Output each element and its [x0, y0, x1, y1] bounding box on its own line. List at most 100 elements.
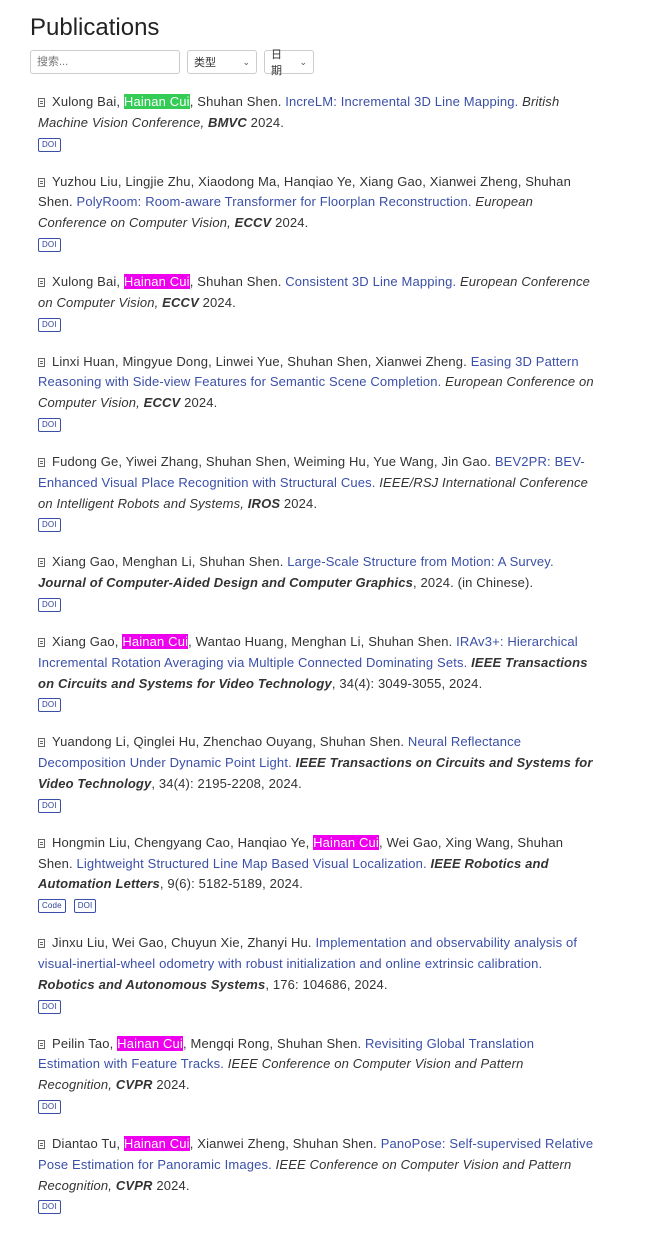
author-text: Diantao Tu, [52, 1135, 124, 1151]
venue-abbreviation: ECCV [234, 215, 272, 231]
type-select[interactable]: 类型 ⌄ [187, 50, 257, 74]
document-icon [38, 838, 45, 848]
doi-button[interactable]: DOI [38, 597, 61, 612]
publication-year: , 9(6): 5182-5189, 2024. [159, 876, 303, 892]
document-icon [38, 1139, 45, 1149]
venue-abbreviation: BMVC [208, 114, 247, 130]
publication-title-link[interactable]: Consistent 3D Line Mapping. [285, 274, 456, 289]
author-text: , Shuhan Shen. [189, 273, 286, 289]
author-text: Jinxu Liu, Wei Gao, Chuyun Xie, Zhanyi H… [52, 935, 316, 951]
publication-year: 2024. [198, 294, 236, 310]
date-select-label: 日期 [271, 49, 282, 77]
doi-button[interactable]: DOI [38, 1099, 61, 1114]
document-icon [38, 558, 45, 568]
publication-citation: Hongmin Liu, Chengyang Cao, Hanqiao Ye, … [38, 833, 600, 895]
publication-citation: Xiang Gao, Menghan Li, Shuhan Shen. Larg… [38, 552, 600, 594]
publication-links: DOI [38, 1200, 600, 1215]
publication-title-link[interactable]: PolyRoom: Room-aware Transformer for Flo… [77, 194, 472, 209]
doi-button[interactable]: DOI [38, 417, 61, 432]
highlighted-author: Hainan Cui [123, 1135, 190, 1151]
publication-links: DOI [38, 698, 600, 713]
venue-abbreviation: IROS [247, 495, 281, 511]
author-text: Peilin Tao, [52, 1035, 118, 1051]
doi-button[interactable]: DOI [38, 1200, 61, 1215]
publication-year: , 34(4): 2195-2208, 2024. [151, 775, 302, 791]
publication-citation: Xiang Gao, Hainan Cui, Wantao Huang, Men… [38, 632, 600, 694]
publication-year: 2024. [271, 215, 309, 231]
publication-item: Linxi Huan, Mingyue Dong, Linwei Yue, Sh… [38, 352, 600, 432]
chevron-down-icon: ⌄ [299, 56, 307, 67]
document-icon [38, 1039, 45, 1049]
doi-button[interactable]: DOI [73, 899, 97, 914]
publication-year: , 34(4): 3049-3055, 2024. [331, 675, 483, 691]
document-icon [38, 637, 45, 647]
document-icon [38, 939, 45, 949]
publication-item: Yuandong Li, Qinglei Hu, Zhenchao Ouyang… [38, 732, 600, 813]
publication-links: DOI [38, 137, 600, 152]
venue-abbreviation: Robotics and Autonomous Systems [38, 976, 266, 992]
chevron-down-icon: ⌄ [242, 56, 250, 67]
publication-item: Peilin Tao, Hainan Cui, Mengqi Rong, Shu… [38, 1034, 600, 1114]
code-button[interactable]: Code [38, 899, 66, 914]
author-text: Xulong Bai, [52, 273, 124, 289]
author-text: Xulong Bai, [52, 94, 124, 109]
publication-year: 2024. [152, 1077, 190, 1093]
highlighted-author: Hainan Cui [313, 834, 379, 850]
doi-button[interactable]: DOI [38, 137, 61, 152]
publication-title-link[interactable]: IncreLM: Incremental 3D Line Mapping. [285, 94, 518, 109]
document-icon [38, 277, 45, 287]
publication-item: Xulong Bai, Hainan Cui, Shuhan Shen. Con… [38, 272, 600, 332]
date-select[interactable]: 日期 ⌄ [264, 49, 314, 77]
venue-abbreviation: CVPR [115, 1177, 153, 1193]
page-title: Publications [30, 14, 160, 41]
publication-item: Xulong Bai, Hainan Cui, Shuhan Shen. Inc… [38, 92, 600, 152]
publication-citation: Peilin Tao, Hainan Cui, Mengqi Rong, Shu… [38, 1034, 600, 1096]
highlighted-author: Hainan Cui [117, 1035, 183, 1051]
publication-citation: Linxi Huan, Mingyue Dong, Linwei Yue, Sh… [38, 352, 600, 414]
venue-abbreviation: CVPR [115, 1077, 153, 1093]
publication-citation: Yuzhou Liu, Lingjie Zhu, Xiaodong Ma, Ha… [38, 172, 600, 234]
publication-links: DOI [38, 518, 600, 533]
author-text: , Shuhan Shen. [189, 94, 286, 109]
publication-year: , 176: 104686, 2024. [265, 976, 388, 992]
publication-item: Diantao Tu, Hainan Cui, Xianwei Zheng, S… [38, 1134, 600, 1215]
venue-abbreviation: ECCV [162, 294, 199, 310]
publication-links: Code DOI [38, 899, 600, 914]
publication-citation: Xulong Bai, Hainan Cui, Shuhan Shen. Inc… [38, 92, 600, 134]
author-text: , Mengqi Rong, Shuhan Shen. [182, 1035, 365, 1051]
filter-bar: 类型 ⌄ 日期 ⌄ [30, 49, 314, 77]
doi-button[interactable]: DOI [38, 698, 61, 713]
doi-button[interactable]: DOI [38, 518, 61, 533]
publication-year: 2024. [246, 114, 284, 130]
publication-item: Hongmin Liu, Chengyang Cao, Hanqiao Ye, … [38, 833, 600, 914]
venue-abbreviation: Journal of Computer-Aided Design and Com… [38, 575, 414, 591]
doi-button[interactable]: DOI [38, 798, 61, 813]
highlighted-author: Hainan Cui [123, 273, 190, 289]
publication-year: 2024. [180, 395, 218, 411]
publication-citation: Jinxu Liu, Wei Gao, Chuyun Xie, Zhanyi H… [38, 933, 600, 995]
publication-item: Xiang Gao, Hainan Cui, Wantao Huang, Men… [38, 632, 600, 713]
document-icon [38, 457, 45, 467]
document-icon [38, 738, 45, 748]
author-text: Yuandong Li, Qinglei Hu, Zhenchao Ouyang… [52, 734, 408, 750]
publication-title-link[interactable]: Lightweight Structured Line Map Based Vi… [77, 856, 427, 871]
author-text: Xiang Gao, [52, 633, 123, 649]
publication-links: DOI [38, 417, 600, 432]
publication-list: Xulong Bai, Hainan Cui, Shuhan Shen. Inc… [38, 92, 600, 1234]
author-text: , Wantao Huang, Menghan Li, Shuhan Shen. [188, 633, 457, 649]
highlighted-author: Hainan Cui [122, 633, 189, 649]
doi-button[interactable]: DOI [38, 237, 61, 252]
publication-year: , 2024. (in Chinese). [413, 575, 534, 591]
document-icon [38, 357, 45, 367]
search-input[interactable] [30, 50, 180, 74]
publication-year: 2024. [152, 1177, 190, 1193]
publication-title-link[interactable]: Large-Scale Structure from Motion: A Sur… [287, 554, 553, 569]
publication-links: DOI [38, 317, 600, 332]
publication-item: Jinxu Liu, Wei Gao, Chuyun Xie, Zhanyi H… [38, 933, 600, 1014]
publication-year: 2024. [280, 495, 318, 511]
publication-item: Yuzhou Liu, Lingjie Zhu, Xiaodong Ma, Ha… [38, 172, 600, 252]
doi-button[interactable]: DOI [38, 999, 61, 1014]
author-text: Hongmin Liu, Chengyang Cao, Hanqiao Ye, [52, 834, 314, 850]
author-text: Xiang Gao, Menghan Li, Shuhan Shen. [52, 554, 288, 570]
doi-button[interactable]: DOI [38, 317, 61, 332]
